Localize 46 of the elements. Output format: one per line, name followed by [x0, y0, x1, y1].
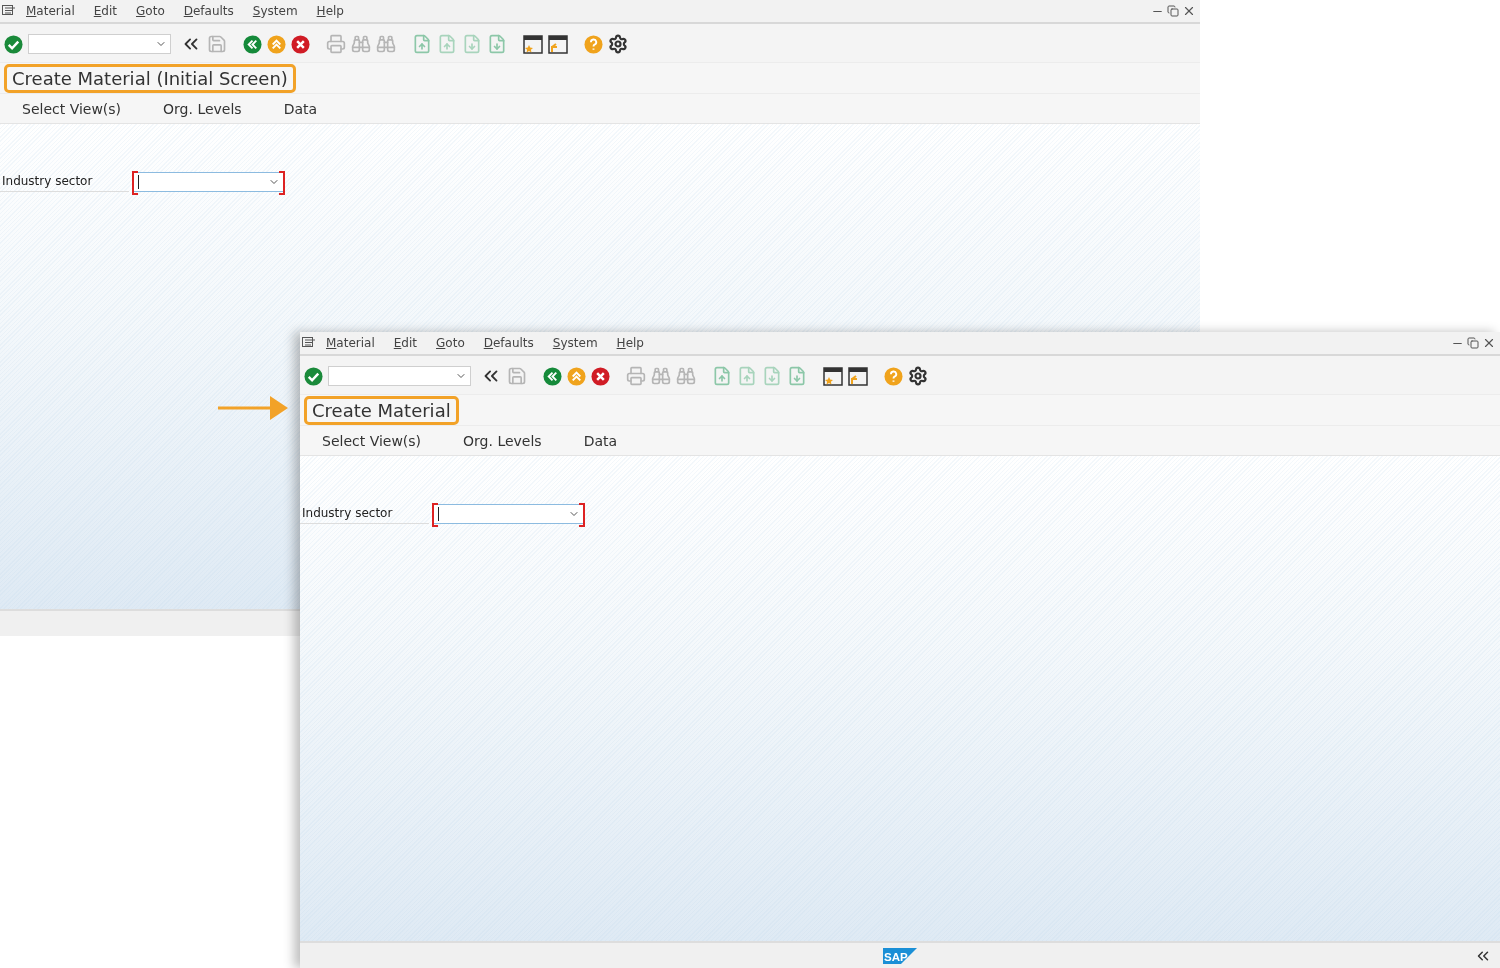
menu-item[interactable]: Edit: [93, 4, 117, 18]
field-label: Industry sector: [0, 172, 129, 192]
menu-item[interactable]: Defaults: [483, 336, 534, 350]
help-icon[interactable]: [584, 34, 603, 54]
toolbar-button[interactable]: Org. Levels: [463, 432, 542, 449]
help-icon[interactable]: [884, 366, 903, 386]
up-icon[interactable]: [567, 366, 586, 386]
restore-icon[interactable]: [1167, 5, 1179, 17]
menu-item[interactable]: Defaults: [183, 4, 234, 18]
restore-icon[interactable]: [1467, 337, 1479, 349]
menu-icon[interactable]: [302, 337, 318, 349]
toolbar-button[interactable]: Select View(s): [22, 100, 122, 117]
menu-item[interactable]: Material: [26, 4, 75, 18]
menu-item[interactable]: Help: [616, 336, 644, 350]
close-icon[interactable]: [1482, 336, 1496, 350]
settings-icon[interactable]: [908, 366, 928, 386]
close-icon[interactable]: [1182, 4, 1196, 18]
menu-item[interactable]: Goto: [436, 336, 465, 350]
dropdown-field[interactable]: [433, 504, 584, 524]
settings-icon[interactable]: [608, 34, 628, 54]
arrow: [218, 394, 290, 422]
toolbar-button[interactable]: Data: [583, 432, 618, 449]
menu-item[interactable]: Material: [326, 336, 375, 350]
command-field[interactable]: [28, 34, 171, 54]
toolbar-button[interactable]: Data: [283, 100, 318, 117]
menu-item[interactable]: System: [552, 336, 598, 350]
dropdown-field[interactable]: [133, 172, 284, 192]
back-icon[interactable]: [543, 366, 562, 386]
cancel-icon[interactable]: [291, 34, 310, 54]
menu-item[interactable]: System: [252, 4, 298, 18]
check-icon[interactable]: [4, 34, 23, 54]
screen-title: Create Material (Initial Screen): [4, 63, 296, 93]
logo: SAP: [883, 947, 917, 964]
toolbar-button[interactable]: Org. Levels: [163, 100, 242, 117]
toolbar-button[interactable]: Select View(s): [322, 432, 422, 449]
check-icon[interactable]: [304, 366, 323, 386]
menu-item[interactable]: Help: [316, 4, 344, 18]
back-icon[interactable]: [243, 34, 262, 54]
cancel-icon[interactable]: [591, 366, 610, 386]
screen-title: Create Material: [304, 395, 459, 425]
field-label: Industry sector: [300, 504, 429, 524]
command-field[interactable]: [328, 366, 471, 386]
menu-icon[interactable]: [2, 5, 18, 17]
menu-item[interactable]: Goto: [136, 4, 165, 18]
up-icon[interactable]: [267, 34, 286, 54]
menu-item[interactable]: Edit: [393, 336, 417, 350]
